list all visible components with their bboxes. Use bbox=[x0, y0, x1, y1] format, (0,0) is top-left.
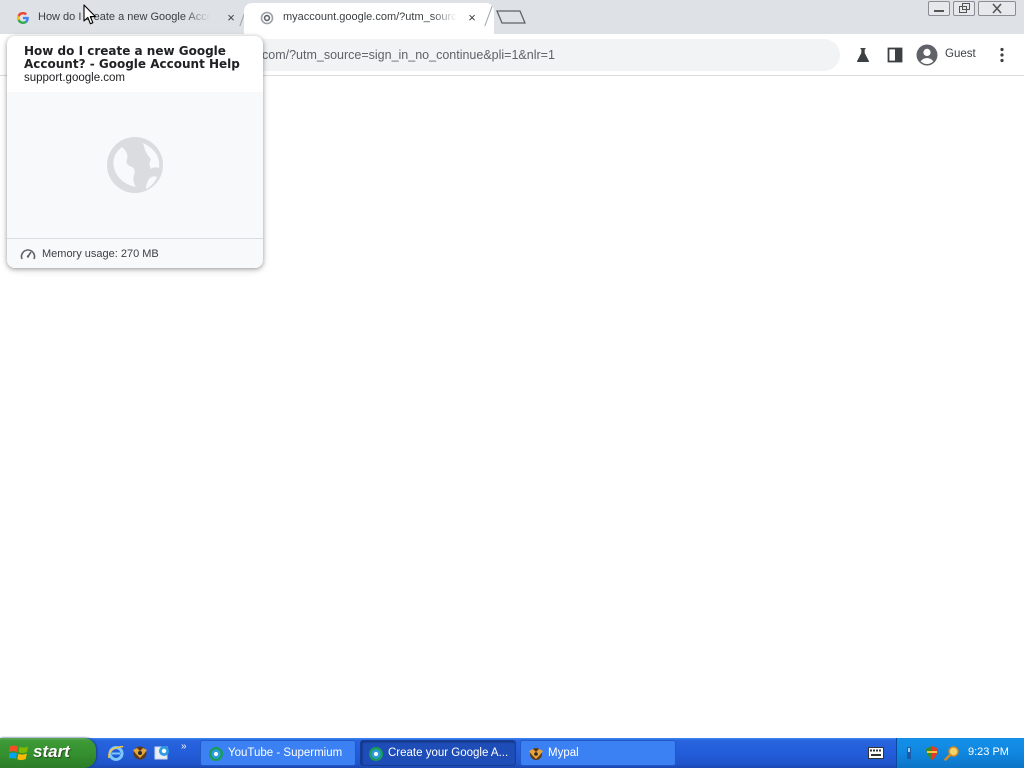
search-magnifier-icon[interactable] bbox=[944, 745, 960, 761]
hover-card-title: How do I create a new Google Account? - … bbox=[24, 44, 240, 71]
restore-button[interactable] bbox=[953, 1, 975, 16]
new-tab-button[interactable] bbox=[496, 10, 526, 24]
hover-card-footer: Memory usage: 270 MB bbox=[7, 238, 263, 268]
tab-strip: How do I create a new Google Account? - … bbox=[0, 0, 1024, 34]
tab-title: How do I create a new Google Account? - … bbox=[38, 11, 210, 23]
taskbar-button-youtube[interactable]: YouTube - Supermium bbox=[200, 740, 356, 766]
close-window-button[interactable] bbox=[978, 1, 1016, 16]
quick-launch-chevron-icon[interactable]: » bbox=[181, 741, 187, 752]
profile-label: Guest bbox=[945, 48, 976, 60]
network-icon[interactable] bbox=[904, 745, 920, 761]
address-bar-url[interactable]: com/?utm_source=sign_in_no_continue&pli=… bbox=[262, 48, 555, 62]
taskbar-clock[interactable]: 9:23 PM bbox=[968, 746, 1009, 758]
minimize-icon bbox=[934, 10, 944, 12]
tab-myaccount[interactable]: myaccount.google.com/?utm_source=sign_in… bbox=[244, 3, 494, 34]
hover-card-preview bbox=[7, 92, 263, 238]
tab-close-button[interactable]: × bbox=[223, 10, 239, 26]
kebab-menu-icon[interactable] bbox=[994, 45, 1010, 65]
windows-logo-icon bbox=[9, 745, 28, 761]
close-icon bbox=[992, 3, 1002, 14]
security-shield-icon[interactable] bbox=[924, 745, 940, 761]
restore-icon bbox=[959, 3, 970, 13]
tab-title: myaccount.google.com/?utm_source=sign_in… bbox=[283, 11, 457, 23]
supermium-quicklaunch-icon[interactable] bbox=[153, 744, 171, 762]
system-tray: 9:23 PM bbox=[896, 738, 1024, 768]
start-label: start bbox=[33, 742, 70, 761]
guest-avatar-icon bbox=[916, 44, 938, 66]
taskbar: start » YouTube - Supermium Create your … bbox=[0, 738, 1024, 768]
globe-icon bbox=[107, 137, 163, 193]
taskbar-button-label: YouTube - Supermium bbox=[228, 747, 343, 759]
memory-gauge-icon bbox=[20, 249, 36, 260]
supermium-icon bbox=[369, 747, 383, 761]
keyboard-layout-icon[interactable] bbox=[868, 747, 884, 759]
loading-spinner-icon bbox=[260, 11, 274, 25]
profile-button[interactable]: Guest bbox=[912, 39, 984, 71]
side-panel-icon[interactable] bbox=[886, 46, 904, 64]
mypal-quicklaunch-icon[interactable] bbox=[131, 744, 149, 762]
memory-usage-text: Memory usage: 270 MB bbox=[42, 248, 159, 260]
mypal-icon bbox=[529, 748, 543, 760]
taskbar-button-label: Mypal bbox=[548, 747, 579, 759]
taskbar-button-label: Create your Google A... bbox=[388, 747, 509, 759]
mouse-cursor-icon bbox=[83, 4, 96, 25]
tab-hover-card: How do I create a new Google Account? - … bbox=[7, 36, 263, 268]
labs-flask-icon[interactable] bbox=[854, 46, 872, 64]
supermium-icon bbox=[209, 747, 223, 761]
hover-card-domain: support.google.com bbox=[24, 72, 126, 84]
taskbar-button-mypal[interactable]: Mypal bbox=[520, 740, 676, 766]
taskbar-button-create-google-account[interactable]: Create your Google A... bbox=[360, 740, 516, 766]
internet-explorer-icon[interactable] bbox=[107, 744, 125, 762]
google-g-icon bbox=[16, 11, 29, 25]
tab-close-button[interactable]: × bbox=[464, 10, 480, 26]
minimize-button[interactable] bbox=[928, 1, 950, 16]
start-button[interactable]: start bbox=[0, 738, 96, 768]
tab-google-account-help[interactable]: How do I create a new Google Account? - … bbox=[0, 3, 248, 34]
